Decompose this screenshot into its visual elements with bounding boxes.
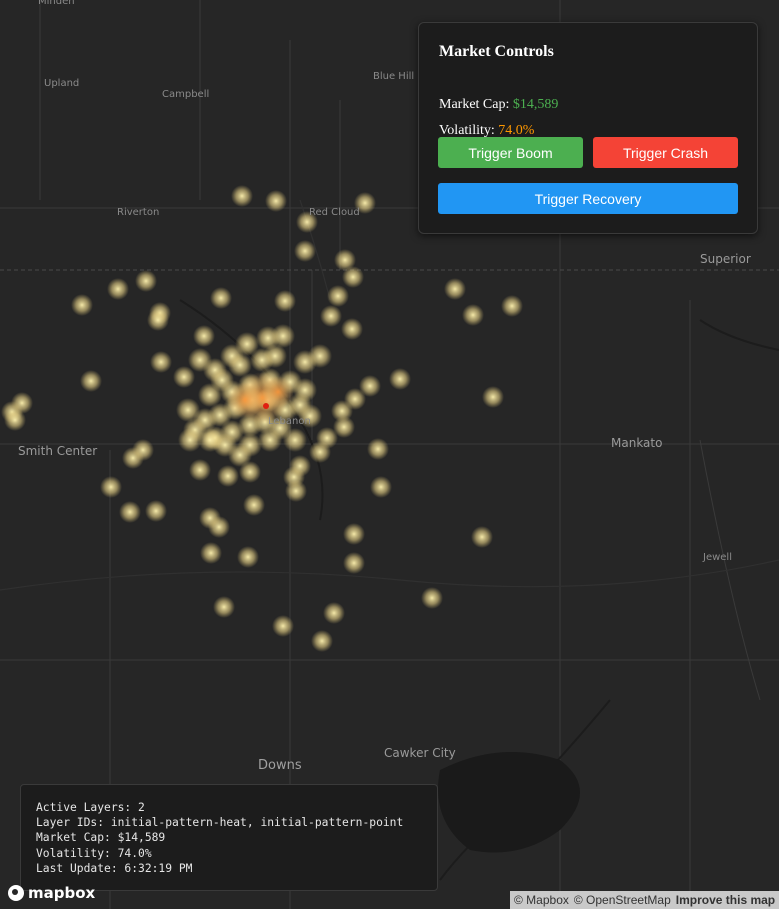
- heatmap-point: [100, 476, 122, 498]
- heatmap-point: [389, 368, 411, 390]
- place-label: Minden: [38, 0, 75, 7]
- heatmap-point: [327, 285, 349, 307]
- market-cap-stat: Market Cap: $14,589: [439, 97, 558, 113]
- heatmap-point: [320, 305, 342, 327]
- place-label: Mankato: [611, 436, 663, 450]
- place-label: Lebanon: [268, 416, 311, 427]
- mapbox-logo[interactable]: mapbox: [8, 884, 95, 902]
- heatmap-point: [323, 602, 345, 624]
- heatmap-point: [217, 465, 239, 487]
- heatmap-point: [243, 494, 265, 516]
- heatmap-hotspot: [227, 382, 263, 418]
- debug-line: Layer IDs: initial-pattern-heat, initial…: [36, 816, 404, 830]
- mapbox-logo-icon: [8, 885, 24, 901]
- heatmap-point: [316, 427, 338, 449]
- heatmap-point: [178, 428, 202, 452]
- heatmap-point: [210, 287, 232, 309]
- heatmap-point: [213, 596, 235, 618]
- market-cap-value: $14,589: [512, 97, 559, 112]
- trigger-boom-button[interactable]: Trigger Boom: [438, 137, 583, 168]
- place-label: Downs: [258, 758, 302, 773]
- heatmap-point: [343, 523, 365, 545]
- attribution-bar: © Mapbox © OpenStreetMap Improve this ma…: [510, 891, 779, 909]
- place-label: Smith Center: [18, 444, 98, 458]
- heatmap-point: [132, 439, 154, 461]
- volatility-label: Volatility:: [439, 123, 499, 138]
- heatmap-point: [231, 185, 253, 207]
- heatmap-point: [237, 546, 259, 568]
- heatmap-point: [274, 290, 296, 312]
- place-label: Red Cloud: [309, 207, 360, 218]
- trigger-crash-button[interactable]: Trigger Crash: [593, 137, 738, 168]
- debug-line: Market Cap: $14,589: [36, 831, 166, 845]
- heatmap-point: [258, 428, 282, 452]
- heatmap-point: [189, 459, 211, 481]
- heatmap-point: [482, 386, 504, 408]
- heatmap-point: [367, 438, 389, 460]
- heatmap-point: [145, 500, 167, 522]
- heatmap-point: [462, 304, 484, 326]
- debug-info-panel: Active Layers: 2 Layer IDs: initial-patt…: [20, 784, 438, 891]
- heatmap-point: [4, 409, 26, 431]
- debug-line: Volatility: 74.0%: [36, 846, 152, 860]
- trigger-recovery-button[interactable]: Trigger Recovery: [438, 183, 738, 214]
- heatmap-point: [135, 270, 157, 292]
- heatmap-point: [176, 398, 200, 422]
- heatmap-point: [370, 476, 392, 498]
- heatmap-point: [272, 615, 294, 637]
- heatmap-point: [283, 428, 307, 452]
- heatmap-point: [342, 266, 364, 288]
- market-controls-panel: Market Controls Market Cap: $14,589 Vola…: [418, 22, 758, 234]
- place-label: Jewell: [703, 552, 732, 563]
- volatility-value: 74.0%: [498, 123, 535, 138]
- attribution-mapbox-link[interactable]: © Mapbox: [514, 893, 569, 907]
- place-label: Upland: [44, 78, 80, 89]
- heatmap-point: [119, 501, 141, 523]
- market-cap-label: Market Cap:: [439, 97, 513, 112]
- heatmap-point: [150, 351, 172, 373]
- heatmap-point: [289, 455, 311, 477]
- improve-map-link[interactable]: Improve this map: [676, 893, 775, 907]
- heatmap-point: [107, 278, 129, 300]
- mapbox-logo-text: mapbox: [28, 884, 96, 902]
- attribution-osm-link[interactable]: © OpenStreetMap: [574, 893, 671, 907]
- heatmap-point: [501, 295, 523, 317]
- heatmap-point: [71, 294, 93, 316]
- place-label: Riverton: [117, 207, 160, 218]
- place-label: Superior: [700, 252, 751, 266]
- heat-core-point: [263, 403, 269, 409]
- place-label: Blue Hill: [373, 71, 415, 82]
- heatmap-point: [444, 278, 466, 300]
- place-label: Cawker City: [384, 746, 456, 760]
- heatmap-point: [311, 630, 333, 652]
- panel-title: Market Controls: [439, 43, 554, 60]
- heatmap-point: [294, 240, 316, 262]
- heatmap-point: [341, 318, 363, 340]
- heatmap-point: [265, 190, 287, 212]
- heatmap-point: [421, 587, 443, 609]
- debug-line: Last Update: 6:32:19 PM: [36, 861, 193, 875]
- place-label: Campbell: [162, 89, 210, 100]
- heatmap-point: [308, 344, 332, 368]
- heatmap-point: [343, 552, 365, 574]
- heatmap-point: [173, 366, 195, 388]
- heatmap-point: [80, 370, 102, 392]
- heatmap-point: [147, 309, 169, 331]
- heatmap-point: [200, 542, 222, 564]
- debug-line: Active Layers: 2: [36, 801, 145, 814]
- heatmap-point: [193, 325, 215, 347]
- heatmap-point: [471, 526, 493, 548]
- heatmap-point: [208, 516, 230, 538]
